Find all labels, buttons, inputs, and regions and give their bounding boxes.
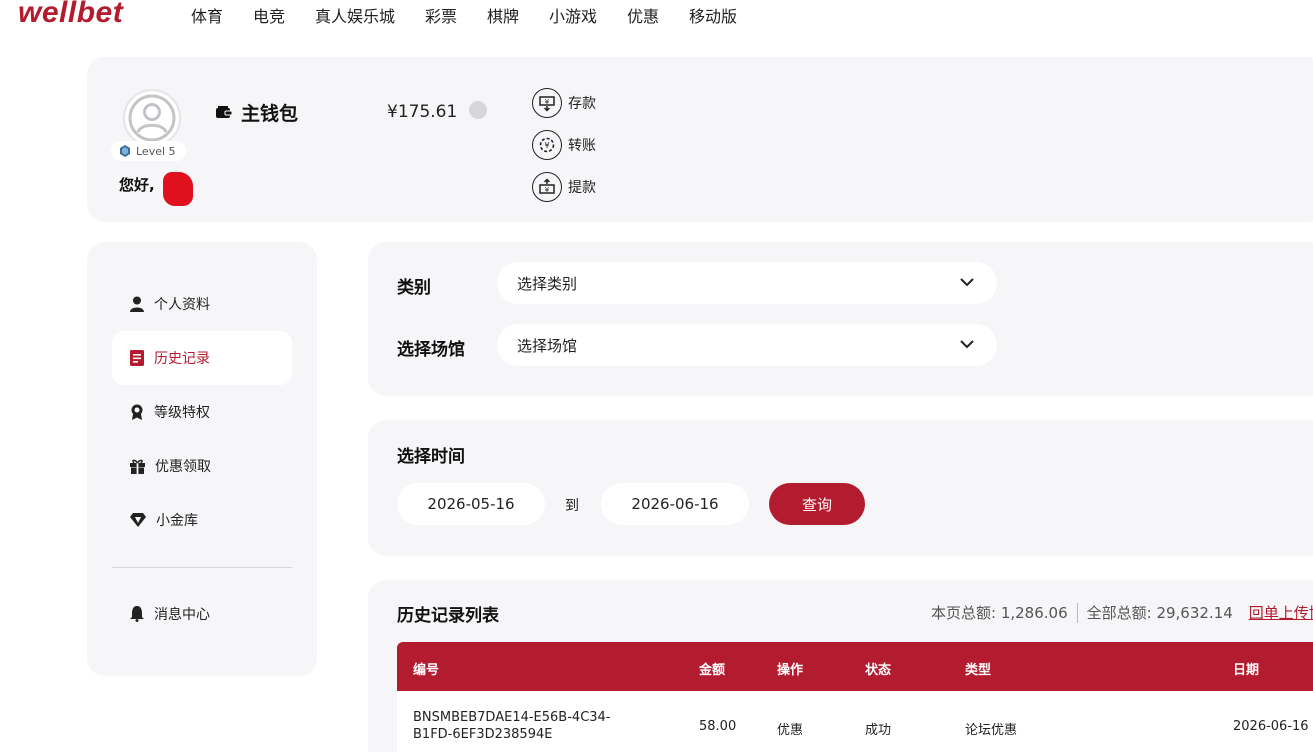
- sidebar-item-label: 个人资料: [154, 297, 210, 313]
- wallet-card: Level 5 您好, 主钱包 ¥175.61 ¥ 存款 ¥ 转账 ¥ 提款: [87, 57, 1313, 222]
- transfer-icon: ¥: [532, 130, 562, 160]
- cell-id-line2: B1FD-6EF3D238594E: [413, 727, 553, 742]
- nav-item-chess[interactable]: 棋牌: [487, 3, 519, 27]
- deposit-icon: ¥: [532, 88, 562, 118]
- column-header-status: 状态: [865, 663, 892, 678]
- column-header-type: 类型: [965, 663, 992, 678]
- sidebar-item-label: 消息中心: [154, 607, 210, 623]
- sidebar-item-rewards[interactable]: 优惠领取: [112, 439, 292, 493]
- deposit-button[interactable]: ¥ 存款: [532, 88, 596, 118]
- history-list-title: 历史记录列表: [397, 606, 499, 626]
- chevron-down-icon: [960, 278, 974, 287]
- account-sidebar: 个人资料 历史记录 等级特权 优惠领取 小金库 消息中心: [87, 242, 317, 676]
- totals-summary: 本页总额: 1,286.06 全部总额: 29,632.14 回单上传协: [931, 602, 1313, 623]
- column-header-id: 编号: [413, 663, 440, 678]
- user-icon: [130, 296, 144, 312]
- wallet-icon: [216, 105, 233, 118]
- cell-status: 成功: [865, 723, 892, 738]
- transfer-button[interactable]: ¥ 转账: [532, 130, 596, 160]
- cell-id-line1: BNSMBEB7DAE14-E56B-4C34-: [413, 710, 611, 725]
- history-card: 历史记录列表 本页总额: 1,286.06 全部总额: 29,632.14 回单…: [368, 580, 1313, 752]
- table-row[interactable]: BNSMBEB7DAE14-E56B-4C34- B1FD-6EF3D23859…: [397, 691, 1313, 752]
- level-gem-icon: [120, 145, 130, 157]
- end-date-input[interactable]: [601, 483, 749, 525]
- sidebar-item-label: 优惠领取: [155, 459, 211, 475]
- sidebar-item-profile[interactable]: 个人资料: [112, 277, 292, 331]
- time-range-title: 选择时间: [397, 447, 465, 467]
- wallet-balance: ¥175.61: [387, 102, 458, 122]
- svg-text:¥: ¥: [544, 141, 549, 150]
- withdraw-icon: ¥: [532, 172, 562, 202]
- withdraw-label: 提款: [568, 180, 596, 196]
- filter-card: 类别 选择类别 选择场馆 选择场馆: [368, 242, 1313, 396]
- wellbet-logo[interactable]: wellbet: [18, 0, 123, 30]
- cell-type: 论坛优惠: [965, 723, 1018, 738]
- venue-select[interactable]: 选择场馆: [497, 324, 997, 366]
- sidebar-item-messages[interactable]: 消息中心: [112, 587, 292, 641]
- chevron-down-icon: [960, 340, 974, 349]
- refresh-balance-icon[interactable]: [469, 101, 487, 119]
- sidebar-item-vip[interactable]: 等级特权: [112, 385, 292, 439]
- cell-operation: 优惠: [777, 723, 804, 738]
- badge-icon: [131, 404, 143, 420]
- start-date-input[interactable]: [397, 483, 545, 525]
- avatar[interactable]: [123, 89, 181, 147]
- sidebar-item-history[interactable]: 历史记录: [112, 331, 292, 385]
- wallet-title: 主钱包: [215, 99, 298, 126]
- level-text: Level 5: [136, 144, 176, 158]
- sidebar-item-label: 等级特权: [154, 405, 210, 421]
- nav-item-lottery[interactable]: 彩票: [425, 3, 457, 27]
- svg-text:¥: ¥: [545, 186, 550, 194]
- venue-label: 选择场馆: [397, 340, 465, 360]
- venue-select-value: 选择场馆: [517, 336, 578, 355]
- category-select-value: 选择类别: [517, 274, 578, 293]
- table-header: 编号 金额 操作 状态 类型 日期: [397, 642, 1313, 691]
- time-range-card: 选择时间 到 查询: [368, 420, 1313, 556]
- top-nav: wellbet 体育 电竞 真人娱乐城 彩票 棋牌 小游戏 优惠 移动版: [0, 0, 1313, 32]
- totals-divider: [1076, 602, 1078, 623]
- nav-item-esports[interactable]: 电竞: [253, 3, 285, 27]
- nav-item-promotions[interactable]: 优惠: [627, 3, 659, 27]
- avatar-user-icon: [128, 94, 176, 142]
- gift-icon: [130, 459, 145, 474]
- date-range-separator: 到: [565, 498, 579, 514]
- history-icon: [130, 350, 144, 366]
- all-total: 全部总额: 29,632.14: [1086, 604, 1233, 622]
- transfer-label: 转账: [568, 138, 596, 154]
- sidebar-item-label: 历史记录: [154, 351, 210, 367]
- category-select[interactable]: 选择类别: [497, 262, 997, 304]
- column-header-date: 日期: [1233, 663, 1260, 678]
- category-label: 类别: [397, 278, 431, 298]
- query-button[interactable]: 查询: [769, 483, 865, 525]
- withdraw-button[interactable]: ¥ 提款: [532, 172, 596, 202]
- cell-amount: 58.00: [699, 719, 737, 734]
- cell-date: 2026-06-16: [1233, 719, 1309, 734]
- wallet-title-text: 主钱包: [241, 103, 299, 125]
- column-header-operation: 操作: [777, 663, 804, 678]
- nav-item-mobile[interactable]: 移动版: [689, 3, 737, 27]
- column-header-amount: 金额: [699, 663, 726, 678]
- sidebar-item-label: 小金库: [156, 513, 198, 529]
- diamond-icon: [130, 513, 146, 527]
- upload-receipt-link[interactable]: 回单上传协: [1249, 602, 1313, 623]
- page-total: 本页总额: 1,286.06: [931, 604, 1068, 622]
- nav-item-sports[interactable]: 体育: [191, 3, 223, 27]
- level-badge: Level 5: [111, 141, 186, 161]
- sidebar-divider: [112, 567, 292, 568]
- svg-text:¥: ¥: [545, 98, 550, 106]
- deposit-label: 存款: [568, 96, 596, 112]
- greeting: 您好,: [119, 176, 155, 194]
- sidebar-item-vault[interactable]: 小金库: [112, 493, 292, 547]
- bell-icon: [130, 606, 144, 622]
- nav-item-live-casino[interactable]: 真人娱乐城: [315, 3, 395, 27]
- nav-item-minigames[interactable]: 小游戏: [549, 3, 597, 27]
- redacted-username: [163, 172, 193, 206]
